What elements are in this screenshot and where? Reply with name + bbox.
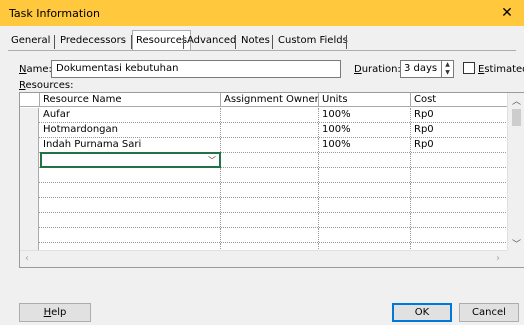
cell-units[interactable] <box>319 213 411 227</box>
table-row[interactable] <box>20 228 508 243</box>
row-header[interactable] <box>20 228 39 243</box>
cell-resource-name[interactable]: Hotmardongan <box>40 123 221 137</box>
cell-assignment-owner[interactable] <box>221 138 319 152</box>
column-header-cost[interactable]: Cost <box>411 93 508 107</box>
cell-resource-name[interactable] <box>40 183 221 197</box>
name-label: Name: <box>19 64 52 75</box>
row-header-corner <box>20 93 40 107</box>
cell-units[interactable] <box>319 228 411 242</box>
tab-predecessors[interactable]: Predecessors <box>57 33 129 50</box>
scroll-right-icon[interactable]: › <box>496 253 500 264</box>
cell-assignment-owner[interactable] <box>221 228 319 242</box>
table-row[interactable]: Hotmardongan 100% Rp0 <box>20 123 508 138</box>
duration-spinner[interactable]: ▲ ▼ <box>442 60 454 78</box>
cell-units[interactable] <box>319 168 411 182</box>
ok-button[interactable]: OK <box>392 303 452 322</box>
cancel-button[interactable]: Cancel <box>459 303 519 322</box>
cell-units[interactable]: 100% <box>319 138 411 152</box>
help-button[interactable]: Help <box>19 303 91 322</box>
grid-header: Resource Name Assignment Owner Units Cos… <box>20 93 508 107</box>
cell-units[interactable] <box>319 153 411 167</box>
table-row[interactable] <box>20 183 508 198</box>
tab-panel-border <box>8 50 516 51</box>
vertical-scrollbar[interactable]: ︿ ﹀ <box>507 93 524 252</box>
cell-cost[interactable]: Rp0 <box>411 108 508 122</box>
cell-assignment-owner[interactable] <box>221 168 319 182</box>
task-information-dialog: Task Information ✕ General Predecessors … <box>0 0 524 325</box>
title-bar: Task Information ✕ <box>0 0 524 26</box>
cell-units[interactable] <box>319 183 411 197</box>
spin-up-icon[interactable]: ▲ <box>442 61 453 69</box>
cell-resource-name[interactable]: Indah Purnama Sari <box>40 138 221 152</box>
row-header[interactable] <box>20 108 39 123</box>
tab-custom-fields[interactable]: Custom Fields <box>275 33 351 50</box>
cell-resource-name[interactable] <box>40 168 221 182</box>
cell-cost[interactable] <box>411 213 508 227</box>
spin-down-icon[interactable]: ▼ <box>442 69 453 77</box>
duration-field[interactable]: 3 days <box>400 60 442 78</box>
table-row[interactable] <box>20 168 508 183</box>
table-row[interactable] <box>20 213 508 228</box>
tab-divider <box>235 35 236 49</box>
cell-units[interactable] <box>319 198 411 212</box>
horizontal-scrollbar[interactable]: ‹ › <box>20 250 508 267</box>
cell-cost[interactable] <box>411 183 508 197</box>
tab-general[interactable]: General <box>8 33 53 50</box>
cell-assignment-owner[interactable] <box>221 198 319 212</box>
table-row[interactable]: Indah Purnama Sari 100% Rp0 <box>20 138 508 153</box>
estimated-label: Estimated <box>478 64 524 75</box>
scroll-left-icon[interactable]: ‹ <box>25 253 29 264</box>
cell-resource-name[interactable]: Aufar <box>40 108 221 122</box>
column-header-assignment-owner[interactable]: Assignment Owner <box>221 93 319 107</box>
chevron-down-icon[interactable]: ﹀ <box>207 155 217 166</box>
row-header[interactable] <box>20 183 39 198</box>
cell-cost[interactable] <box>411 198 508 212</box>
row-header[interactable] <box>20 213 39 228</box>
tab-divider <box>272 35 273 49</box>
cell-cost[interactable] <box>411 153 508 167</box>
close-icon[interactable]: ✕ <box>490 0 524 26</box>
cell-cost[interactable]: Rp0 <box>411 123 508 137</box>
cell-assignment-owner[interactable] <box>221 123 319 137</box>
column-header-units[interactable]: Units <box>319 93 411 107</box>
table-row[interactable] <box>20 198 508 213</box>
cell-units[interactable]: 100% <box>319 123 411 137</box>
cell-cost[interactable] <box>411 228 508 242</box>
cell-assignment-owner[interactable] <box>221 183 319 197</box>
window-title: Task Information <box>9 7 100 20</box>
cell-resource-name[interactable] <box>40 198 221 212</box>
row-header[interactable] <box>20 198 39 213</box>
estimated-checkbox[interactable] <box>463 62 475 74</box>
tab-divider <box>346 35 347 49</box>
duration-label: Duration: <box>354 64 401 75</box>
scroll-thumb[interactable] <box>512 109 521 126</box>
row-header[interactable] <box>20 168 39 183</box>
column-header-resource-name[interactable]: Resource Name <box>40 93 221 107</box>
table-row[interactable]: Aufar 100% Rp0 <box>20 108 508 123</box>
cell-resource-name[interactable] <box>40 228 221 242</box>
cell-assignment-owner[interactable] <box>221 153 319 167</box>
cell-resource-name[interactable] <box>40 213 221 227</box>
resources-label: Resources: <box>19 80 74 91</box>
tab-divider <box>54 35 55 49</box>
name-field[interactable]: Dokumentasi kebutuhan <box>51 60 341 78</box>
tab-advanced[interactable]: Advanced <box>184 33 239 50</box>
cell-resource-name-editor[interactable]: ﹀ <box>40 152 221 168</box>
row-header[interactable] <box>20 123 39 138</box>
scroll-corner <box>507 250 524 267</box>
cell-assignment-owner[interactable] <box>221 108 319 122</box>
cell-cost[interactable] <box>411 168 508 182</box>
cell-units[interactable]: 100% <box>319 108 411 122</box>
tab-notes[interactable]: Notes <box>238 33 273 50</box>
scroll-up-icon[interactable]: ︿ <box>508 94 524 107</box>
row-header[interactable] <box>20 138 39 153</box>
table-row[interactable]: ﹀ <box>20 152 508 168</box>
cell-assignment-owner[interactable] <box>221 213 319 227</box>
scroll-down-icon[interactable]: ﹀ <box>508 237 524 250</box>
resources-grid: Resource Name Assignment Owner Units Cos… <box>19 92 524 268</box>
cell-cost[interactable]: Rp0 <box>411 138 508 152</box>
row-header[interactable] <box>20 153 39 168</box>
